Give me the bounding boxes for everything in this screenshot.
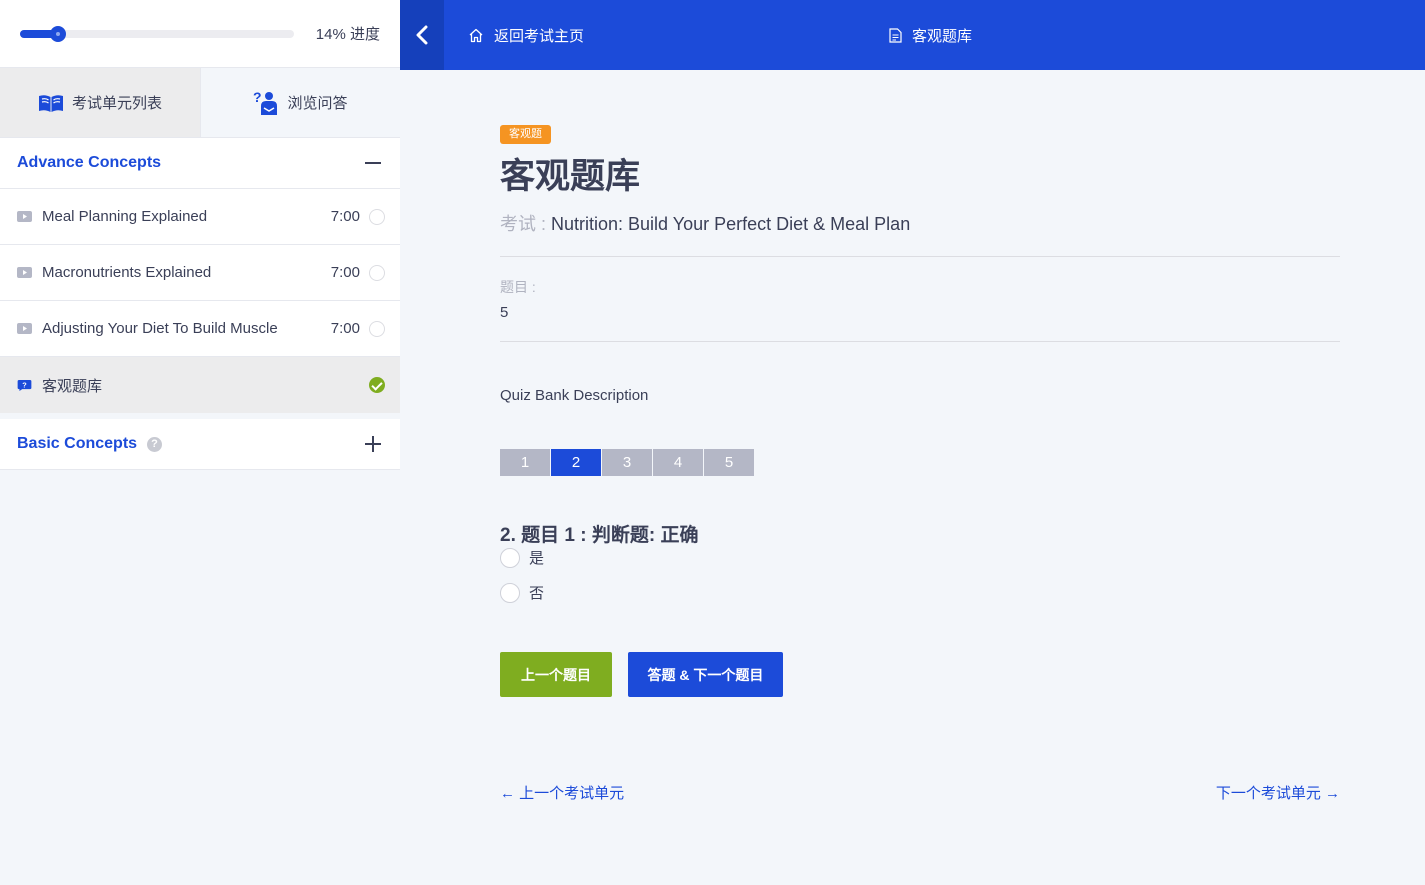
current-lesson-text: 客观题库 <box>912 27 973 45</box>
question-person-icon: ? <box>253 90 278 115</box>
minus-icon[interactable] <box>363 153 383 173</box>
question-page-2[interactable]: 2 <box>551 449 601 476</box>
progress-knob <box>50 25 67 42</box>
home-icon <box>469 28 483 42</box>
section-header-advance-concepts[interactable]: Advance Concepts <box>0 138 400 189</box>
page-title: 客观题库 <box>500 157 641 196</box>
section-header-basic-concepts[interactable]: Basic Concepts ? <box>0 419 400 470</box>
tab-browse-qa[interactable]: ? 浏览问答 <box>200 68 400 137</box>
answer-option-yes[interactable]: 是 <box>500 547 544 568</box>
exam-name: Nutrition: Build Your Perfect Diet & Mea… <box>551 214 911 234</box>
divider <box>500 341 1340 342</box>
lesson-item-meal-planning[interactable]: Meal Planning Explained 7:00 <box>0 189 400 245</box>
section-title: Basic Concepts ? <box>17 435 163 453</box>
svg-text:?: ? <box>253 90 262 105</box>
divider <box>500 256 1340 257</box>
answer-option-label: 是 <box>529 550 545 567</box>
book-icon <box>38 94 63 112</box>
lesson-item-macronutrients[interactable]: Macronutrients Explained 7:00 <box>0 245 400 301</box>
collapse-sidebar-button[interactable] <box>400 0 444 70</box>
chevron-left-icon <box>416 25 428 45</box>
lesson-duration: 7:00 <box>330 264 360 281</box>
lesson-item-quiz-bank[interactable]: ? 客观题库 <box>0 357 400 413</box>
previous-unit-link[interactable]: ← 上一个考试单元 <box>500 782 624 803</box>
exam-line: 考试 : Nutrition: Build Your Perfect Diet … <box>500 210 910 236</box>
lesson-item-adjusting-diet[interactable]: Adjusting Your Diet To Build Muscle 7:00 <box>0 301 400 357</box>
submit-next-question-button[interactable]: 答题 & 下一个题目 <box>628 652 783 697</box>
check-icon <box>369 377 385 393</box>
help-icon[interactable]: ? <box>147 436 163 452</box>
quiz-description: Quiz Bank Description <box>500 387 649 404</box>
sidebar-tabs: 考试单元列表 ? 浏览问答 <box>0 68 400 138</box>
quiz-type-badge: 客观题 <box>500 125 551 144</box>
video-icon <box>17 323 32 334</box>
sidebar: 14% 进度 考试单元列表 ? 浏览问答 Advance Concepts Me… <box>0 0 400 885</box>
lesson-title: Macronutrients Explained <box>42 264 212 281</box>
question-page-5[interactable]: 5 <box>704 449 754 476</box>
question-text: 2. 题目 1 : 判断题: 正确 <box>500 525 699 546</box>
tab-unit-list-label: 考试单元列表 <box>71 95 162 112</box>
radio-button[interactable] <box>500 582 520 603</box>
lesson-title: Meal Planning Explained <box>42 208 208 225</box>
next-unit-link[interactable]: 下一个考试单元 → <box>1216 782 1340 803</box>
progress-track <box>20 25 294 42</box>
radio-button[interactable] <box>500 547 520 568</box>
section-title: Advance Concepts <box>17 154 162 171</box>
questions-count-value: 5 <box>500 304 509 321</box>
lesson-duration: 7:00 <box>330 208 360 225</box>
progress-bar-area: 14% 进度 <box>0 0 400 68</box>
question-page-3[interactable]: 3 <box>602 449 652 476</box>
lesson-status-circle <box>369 264 385 281</box>
section-title-text: Basic Concepts <box>17 435 138 452</box>
question-page-4[interactable]: 4 <box>653 449 703 476</box>
top-bar: 返回考试主页 客观题库 <box>400 0 1425 70</box>
progress-label: 14% 进度 <box>315 26 380 43</box>
lesson-title: Adjusting Your Diet To Build Muscle <box>42 320 278 337</box>
document-icon <box>889 27 902 43</box>
question-pager: 1 2 3 4 5 <box>500 449 754 476</box>
back-to-course-link[interactable]: 返回考试主页 <box>468 0 584 70</box>
exam-label: 考试 : <box>500 214 552 234</box>
previous-question-button[interactable]: 上一个题目 <box>500 652 612 697</box>
lesson-duration: 7:00 <box>330 320 360 337</box>
questions-count-label: 题目 : <box>500 279 536 295</box>
lesson-status-circle <box>369 208 385 225</box>
plus-icon[interactable] <box>363 434 383 454</box>
quiz-icon: ? <box>17 379 32 391</box>
answer-option-label: 否 <box>529 585 545 602</box>
tab-browse-qa-label: 浏览问答 <box>287 95 348 112</box>
video-icon <box>17 211 32 222</box>
answer-option-no[interactable]: 否 <box>500 582 544 603</box>
back-to-course-label: 返回考试主页 <box>494 27 585 45</box>
video-icon <box>17 267 32 278</box>
tab-unit-list[interactable]: 考试单元列表 <box>0 68 200 137</box>
lesson-title: 客观题库 <box>42 377 103 395</box>
svg-text:?: ? <box>22 380 27 389</box>
question-page-1[interactable]: 1 <box>500 449 550 476</box>
lesson-status-circle <box>369 320 385 337</box>
current-lesson-label: 客观题库 <box>889 0 972 70</box>
